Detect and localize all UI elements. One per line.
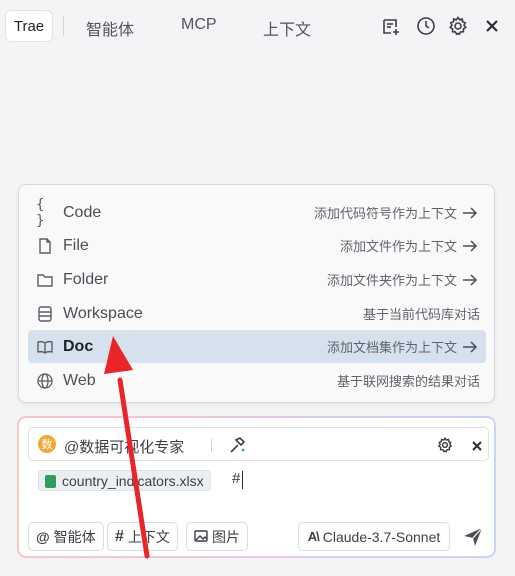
chat-input-box[interactable]: 数 @数据可视化专家 country_indicators.xlsx # @ 智… <box>17 416 496 558</box>
menu-item-label: Doc <box>63 337 94 355</box>
agent-settings-icon[interactable] <box>437 436 453 453</box>
arrow-right-icon <box>463 239 478 252</box>
context-button-label: 上下文 <box>127 528 170 545</box>
anthropic-icon: A\ <box>307 529 320 544</box>
at-icon: @ <box>36 528 50 545</box>
model-label: Claude-3.7-Sonnet <box>322 528 441 545</box>
file-icon <box>36 237 54 255</box>
menu-item-label: Workspace <box>63 304 143 322</box>
send-icon[interactable] <box>462 526 484 548</box>
history-icon[interactable] <box>415 15 437 37</box>
new-chat-icon[interactable] <box>380 15 402 37</box>
menu-item-label: File <box>63 236 89 254</box>
hammer-icon[interactable] <box>228 436 246 454</box>
arrow-right-icon <box>463 340 478 353</box>
agent-name[interactable]: @数据可视化专家 <box>64 436 184 457</box>
attachment-chip[interactable]: country_indicators.xlsx <box>38 470 211 491</box>
arrow-right-icon <box>463 206 478 219</box>
agent-avatar: 数 <box>38 435 56 453</box>
menu-item-label: Folder <box>63 270 109 288</box>
menu-item-description: 基于当前代码库对话 <box>362 307 480 322</box>
tab-mcp[interactable]: MCP <box>181 16 217 34</box>
menu-item-folder[interactable]: Folder 添加文件夹作为上下文 <box>28 263 486 296</box>
agent-row: 数 @数据可视化专家 <box>28 427 489 461</box>
remove-agent-icon[interactable] <box>471 439 483 451</box>
close-icon[interactable] <box>481 15 503 37</box>
top-bar: Trae 智能体 MCP 上下文 <box>0 0 515 52</box>
menu-item-label: Code <box>63 203 102 221</box>
hash-icon: # <box>115 527 124 545</box>
menu-item-description: 添加文件夹作为上下文 <box>326 273 457 288</box>
excel-file-icon <box>45 475 56 488</box>
image-icon <box>194 529 208 545</box>
model-selector[interactable]: A\ Claude-3.7-Sonnet <box>298 522 450 551</box>
menu-item-workspace[interactable]: Workspace 基于当前代码库对话 <box>28 297 486 330</box>
book-icon <box>36 338 54 356</box>
agent-button-label: 智能体 <box>53 528 96 545</box>
image-button[interactable]: 图片 <box>186 522 248 551</box>
menu-item-web[interactable]: Web 基于联网搜索的结果对话 <box>28 364 486 397</box>
folder-icon <box>36 271 54 289</box>
arrow-right-icon <box>463 273 478 286</box>
tab-trae-label: Trae <box>13 17 45 35</box>
menu-item-description: 添加文档集作为上下文 <box>326 340 457 355</box>
menu-item-doc[interactable]: Doc 添加文档集作为上下文 <box>28 330 486 363</box>
menu-item-description: 添加代码符号作为上下文 <box>313 206 457 221</box>
text-caret <box>242 471 243 489</box>
menu-item-code[interactable]: { } Code 添加代码符号作为上下文 <box>28 196 486 229</box>
tab-context[interactable]: 上下文 <box>263 16 311 40</box>
tab-agent[interactable]: 智能体 <box>86 16 134 40</box>
workspace-icon <box>36 305 54 323</box>
context-button[interactable]: # 上下文 <box>107 522 178 551</box>
tab-divider <box>63 16 64 36</box>
attachment-name: country_indicators.xlsx <box>62 472 204 489</box>
tab-trae[interactable]: Trae <box>5 10 53 42</box>
gear-icon[interactable] <box>447 15 469 37</box>
agent-button[interactable]: @ 智能体 <box>28 522 104 551</box>
menu-item-label: Web <box>63 371 96 389</box>
braces-icon: { } <box>36 196 45 229</box>
context-menu: { } Code 添加代码符号作为上下文 File 添加文件作为上下文 Fold… <box>18 184 495 403</box>
menu-item-file[interactable]: File 添加文件作为上下文 <box>28 229 486 262</box>
globe-icon <box>36 372 54 390</box>
image-button-label: 图片 <box>212 528 240 545</box>
typed-text[interactable]: # <box>232 470 240 487</box>
menu-item-description: 基于联网搜索的结果对话 <box>336 374 480 389</box>
agent-divider <box>211 439 212 452</box>
menu-item-description: 添加文件作为上下文 <box>339 239 457 254</box>
